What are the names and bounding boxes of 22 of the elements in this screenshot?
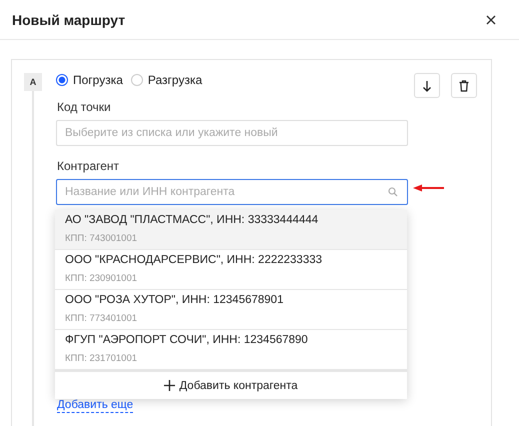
field-label: Контрагент	[57, 159, 120, 173]
radio-button[interactable]	[56, 74, 68, 86]
search-icon	[388, 187, 398, 197]
add-counterparty-button[interactable]: Добавить контрагента	[55, 370, 407, 399]
add-more-link[interactable]: Добавить еще	[57, 399, 134, 413]
radio-option[interactable]: Погрузка	[56, 73, 123, 87]
arrow-down-icon	[422, 80, 432, 92]
counterparty-search-field[interactable]: Название или ИНН контрагента	[56, 179, 408, 205]
suggestion-item[interactable]: ООО "КРАСНОДАРСЕРВИС", ИНН: 2222233333 КПП: 230901001	[55, 250, 407, 290]
field-label: Код точки	[57, 100, 112, 114]
plus-icon	[164, 380, 176, 391]
point-marker: A	[24, 73, 42, 91]
radio-option[interactable]: Разгрузка	[130, 73, 202, 87]
move-down-button[interactable]	[414, 73, 440, 98]
close-icon[interactable]	[486, 14, 496, 24]
suggestion-item[interactable]: АО "ЗАВОД "ПЛАСТМАСС", ИНН: 33333444444 КПП: 743001001	[55, 210, 407, 250]
window-title: Новый маршрут	[12, 12, 126, 28]
point-code-field[interactable]: Выберите из списка или укажите новый	[56, 120, 408, 146]
suggestion-item[interactable]: ООО "РОЗА ХУТОР", ИНН: 12345678901 КПП: 773401001	[55, 290, 407, 330]
delete-button[interactable]	[451, 73, 477, 98]
arrow-icon	[413, 184, 445, 192]
trash-icon	[459, 80, 469, 92]
